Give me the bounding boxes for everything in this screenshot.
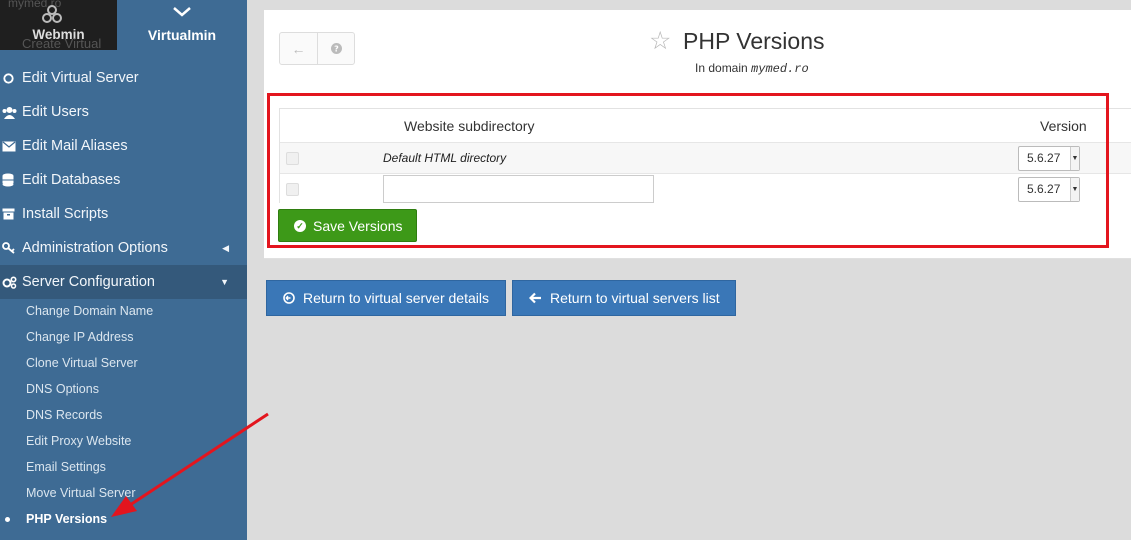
sub-item-label: Change IP Address — [26, 330, 134, 344]
help-button[interactable]: ? — [317, 33, 354, 64]
sidebar-item-label: Edit Databases — [22, 172, 121, 188]
question-icon: ? — [330, 41, 342, 57]
sub-item-php-versions[interactable]: PHP Versions — [0, 506, 247, 532]
key-icon — [0, 242, 22, 254]
sidebar-item-install-scripts[interactable]: Install Scripts — [0, 197, 247, 231]
sidebar-item-label: Administration Options — [22, 240, 168, 256]
sub-item-change-domain-name[interactable]: Change Domain Name — [0, 298, 247, 324]
return-details-button[interactable]: Return to virtual server details — [266, 280, 506, 316]
subtitle-prefix: In domain — [695, 61, 748, 75]
cogs-icon — [0, 275, 22, 289]
sidebar-item-label: Edit Mail Aliases — [22, 138, 128, 154]
sub-item-label: Move Virtual Server — [26, 486, 136, 500]
sub-item-dns-options[interactable]: DNS Options — [0, 376, 247, 402]
sidebar-item-label: Edit Users — [22, 104, 89, 120]
page-subtitle: In domain mymed.ro — [695, 61, 809, 76]
sub-item-clone-virtual-server[interactable]: Clone Virtual Server — [0, 350, 247, 376]
sidebar: mymed.ro Webmin Create Virtual Virtualmi… — [0, 0, 247, 540]
sidebar-item-edit-virtual-server[interactable]: Edit Virtual Server — [0, 61, 247, 95]
return-list-label: Return to virtual servers list — [550, 290, 720, 306]
return-details-label: Return to virtual server details — [303, 290, 489, 306]
highlight-box — [267, 93, 1109, 248]
sub-item-label: Clone Virtual Server — [26, 356, 138, 370]
return-list-button[interactable]: Return to virtual servers list — [512, 280, 736, 316]
sub-item-label: DNS Records — [26, 408, 103, 422]
sidebar-item-label: Edit Virtual Server — [22, 70, 139, 86]
svg-text:?: ? — [334, 44, 339, 53]
box-icon — [0, 208, 22, 220]
circle-arrow-left-icon — [283, 292, 295, 304]
page-header: ← ? ☆ PHP Versions In domain mymed.ro — [264, 10, 1131, 88]
current-bullet-icon — [5, 517, 10, 522]
sidebar-item-label: Server Configuration — [22, 274, 155, 290]
users-icon — [0, 106, 22, 119]
sub-item-change-ip-address[interactable]: Change IP Address — [0, 324, 247, 350]
caret-down-icon: ▼ — [220, 277, 229, 287]
sidebar-item-edit-users[interactable]: Edit Users — [0, 95, 247, 129]
ghost-create-text: Create Virtual — [22, 36, 102, 51]
sub-item-label: Change Domain Name — [26, 304, 154, 318]
sub-item-label: Email Settings — [26, 460, 106, 474]
database-icon — [0, 173, 22, 187]
envelope-icon — [0, 141, 22, 152]
sub-item-label: PHP Versions — [26, 512, 108, 526]
sidebar-item-edit-mail-aliases[interactable]: Edit Mail Aliases — [0, 129, 247, 163]
star-icon[interactable]: ☆ — [649, 26, 671, 56]
tab-virtualmin[interactable]: Virtualmin — [117, 0, 247, 50]
gear-icon — [0, 72, 22, 85]
tab-virtualmin-label: Virtualmin — [147, 27, 217, 43]
domain-name: mymed.ro — [751, 62, 809, 76]
sub-item-move-virtual-server[interactable]: Move Virtual Server — [0, 480, 247, 506]
sidebar-item-edit-databases[interactable]: Edit Databases — [0, 163, 247, 197]
arrow-left-icon: ← — [291, 40, 306, 57]
sub-item-label: DNS Options — [26, 382, 99, 396]
sub-item-email-settings[interactable]: Email Settings — [0, 454, 247, 480]
page-title: PHP Versions — [683, 28, 825, 54]
tab-webmin[interactable]: mymed.ro Webmin Create Virtual — [0, 0, 117, 51]
sub-item-edit-proxy-website[interactable]: Edit Proxy Website — [0, 428, 247, 454]
back-button[interactable]: ← — [280, 33, 317, 64]
arrow-left-icon — [529, 292, 542, 304]
sidebar-item-administration-options[interactable]: Administration Options ◀ — [0, 231, 247, 265]
top-tabs: mymed.ro Webmin Create Virtual Virtualmi… — [0, 0, 247, 60]
caret-left-icon: ◀ — [222, 242, 229, 253]
sidebar-item-server-configuration[interactable]: Server Configuration ▼ — [0, 265, 247, 299]
sub-item-dns-records[interactable]: DNS Records — [0, 402, 247, 428]
sub-item-label: Edit Proxy Website — [26, 434, 132, 448]
sidebar-item-label: Install Scripts — [22, 206, 109, 222]
header-button-group: ← ? — [279, 32, 355, 65]
